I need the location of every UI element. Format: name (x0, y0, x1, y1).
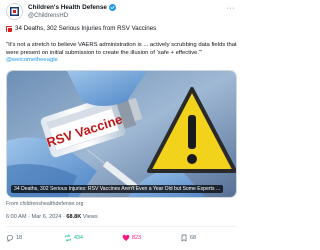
like-button[interactable]: 823 (122, 233, 141, 243)
meta-separator: · (62, 214, 65, 220)
reply-icon (6, 235, 13, 242)
action-bar: 18 434 823 68 (6, 233, 237, 243)
headline-text: 34 Deaths, 302 Serious Injuries from RSV… (15, 25, 157, 32)
reply-button[interactable]: 18 (6, 233, 22, 243)
tweet-body: "It's not a stretch to believe VAERS adm… (6, 42, 238, 65)
link-card-caption: 34 Deaths, 302 Serious Injuries: RSV Vac… (11, 185, 224, 193)
tweet-date[interactable]: Mar 6, 2024 (32, 214, 62, 220)
red-square-icon (6, 26, 13, 33)
chd-logo-icon (7, 4, 22, 19)
divider (6, 226, 237, 227)
like-count: 823 (132, 235, 141, 241)
repost-button[interactable]: 434 (64, 233, 83, 243)
bookmark-count: 68 (190, 235, 196, 241)
views-label: Views (82, 214, 98, 220)
mention-link[interactable]: @welcometheeagle (6, 57, 58, 63)
reply-count: 18 (16, 235, 22, 241)
name-row: Children's Health Defense (28, 3, 116, 12)
rsv-vaccine-image: RSV Vaccine (7, 71, 236, 197)
tweet-meta: 6:00 AM · Mar 6, 2024 · 68.8K Views (6, 214, 98, 221)
verified-badge-icon (108, 4, 116, 11)
meta-separator: · (28, 214, 30, 220)
bookmark-button[interactable]: 68 (180, 233, 196, 243)
heart-icon (122, 234, 130, 241)
repost-icon (65, 234, 71, 242)
tweet-headline: 34 Deaths, 302 Serious Injuries from RSV… (6, 25, 238, 33)
more-options-icon[interactable]: ··· (227, 5, 236, 12)
avatar[interactable] (6, 3, 23, 20)
bookmark-icon (181, 234, 187, 242)
quote-text: "It's not a stretch to believe VAERS adm… (6, 42, 237, 56)
link-source[interactable]: From childrenshealthdefense.org (6, 201, 83, 208)
account-handle[interactable]: @ChildrensHD (28, 12, 68, 20)
repost-count: 434 (74, 235, 83, 241)
display-name[interactable]: Children's Health Defense (28, 3, 107, 12)
tweet-header: Children's Health Defense @ChildrensHD ·… (6, 3, 237, 21)
tweet-time[interactable]: 6:00 AM (6, 214, 27, 220)
views-count: 68.8K (66, 214, 82, 220)
link-card-image[interactable]: RSV Vaccine 34 Deaths, 302 Serious Injur… (6, 70, 237, 198)
